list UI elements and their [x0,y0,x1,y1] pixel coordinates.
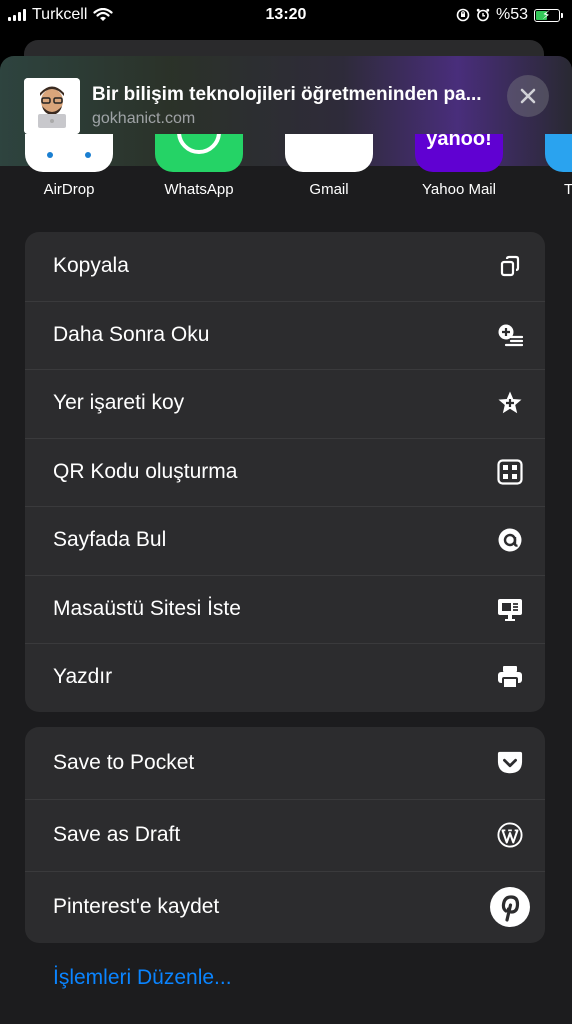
action-label: Save as Draft [53,823,181,846]
close-icon [520,88,536,104]
page-title: Bir bilişim teknolojileri öğretmeninden … [92,84,482,105]
reading-list-add-icon [497,322,523,348]
wordpress-icon [497,822,523,848]
app-label: Gmail [309,181,349,198]
action-copy[interactable]: Kopyala [25,232,545,301]
desktop-site-icon [497,596,523,622]
page-url: gokhanict.com [92,110,196,127]
app-whatsapp[interactable]: WhatsApp [144,134,254,198]
app-airdrop[interactable]: AirDrop [14,134,124,198]
app-label: T [564,181,572,198]
action-read-later[interactable]: Daha Sonra Oku [25,300,545,370]
battery-percent: %53 [495,6,528,23]
action-label: Save to Pocket [53,751,195,774]
app-label: WhatsApp [164,181,234,198]
battery-charging-icon: ⚡ [534,8,563,22]
yahoo-mail-icon: yahoo! [415,134,503,172]
status-bar: Turkcell 13:20 %53 ⚡ [0,0,572,30]
action-label: Kopyala [53,254,129,278]
action-label: Masaüstü Sitesi İste [53,596,241,620]
close-button[interactable] [507,75,549,117]
find-on-page-icon [497,527,523,553]
copy-icon [497,253,523,279]
app-yahoo-mail[interactable]: yahoo! Yahoo Mail [404,134,514,198]
action-print[interactable]: Yazdır [25,643,545,712]
action-label: Yazdır [53,665,113,689]
edit-actions-link[interactable]: İşlemleri Düzenle... [53,966,232,990]
pinterest-icon [489,886,531,928]
action-label: QR Kodu oluşturma [53,459,238,483]
whatsapp-icon [155,134,243,172]
action-save-to-pocket[interactable]: Save to Pocket [25,727,545,799]
print-icon [497,664,523,690]
page-thumbnail [24,78,80,134]
orientation-lock-icon [456,8,470,22]
action-bookmark[interactable]: Yer işareti koy [25,369,545,438]
qr-code-icon [497,459,523,485]
bookmark-star-icon [497,390,523,416]
action-label: Sayfada Bul [53,528,167,552]
action-label: Daha Sonra Oku [53,322,210,346]
app-icon-partial [545,134,572,172]
yahoo-logo-text: yahoo! [426,134,492,150]
pocket-icon [497,750,523,776]
actions-group: Kopyala Daha Sonra Oku Yer işareti koy Q… [25,232,545,712]
action-label: Yer işareti koy [53,391,185,415]
airdrop-icon [25,134,113,172]
action-qr-code[interactable]: QR Kodu oluşturma [25,437,545,507]
app-partial[interactable]: T [534,134,572,198]
action-find-on-page[interactable]: Sayfada Bul [25,506,545,575]
app-label: AirDrop [43,181,95,198]
app-gmail[interactable]: Gmail [274,134,384,198]
app-label: Yahoo Mail [422,181,496,198]
action-desktop-site[interactable]: Masaüstü Sitesi İste [25,574,545,644]
gmail-icon [285,134,373,172]
extensions-group: Save to Pocket Save as Draft Pinterest'e… [25,727,545,943]
share-sheet: Bir bilişim teknolojileri öğretmeninden … [0,56,572,1024]
action-save-as-draft[interactable]: Save as Draft [25,799,545,871]
action-pinterest-save[interactable]: Pinterest'e kaydet [25,871,545,943]
share-apps-row: AirDrop WhatsApp Gmail yahoo! Yahoo Mail… [0,134,572,204]
alarm-icon [476,8,490,22]
action-label: Pinterest'e kaydet [53,895,220,918]
